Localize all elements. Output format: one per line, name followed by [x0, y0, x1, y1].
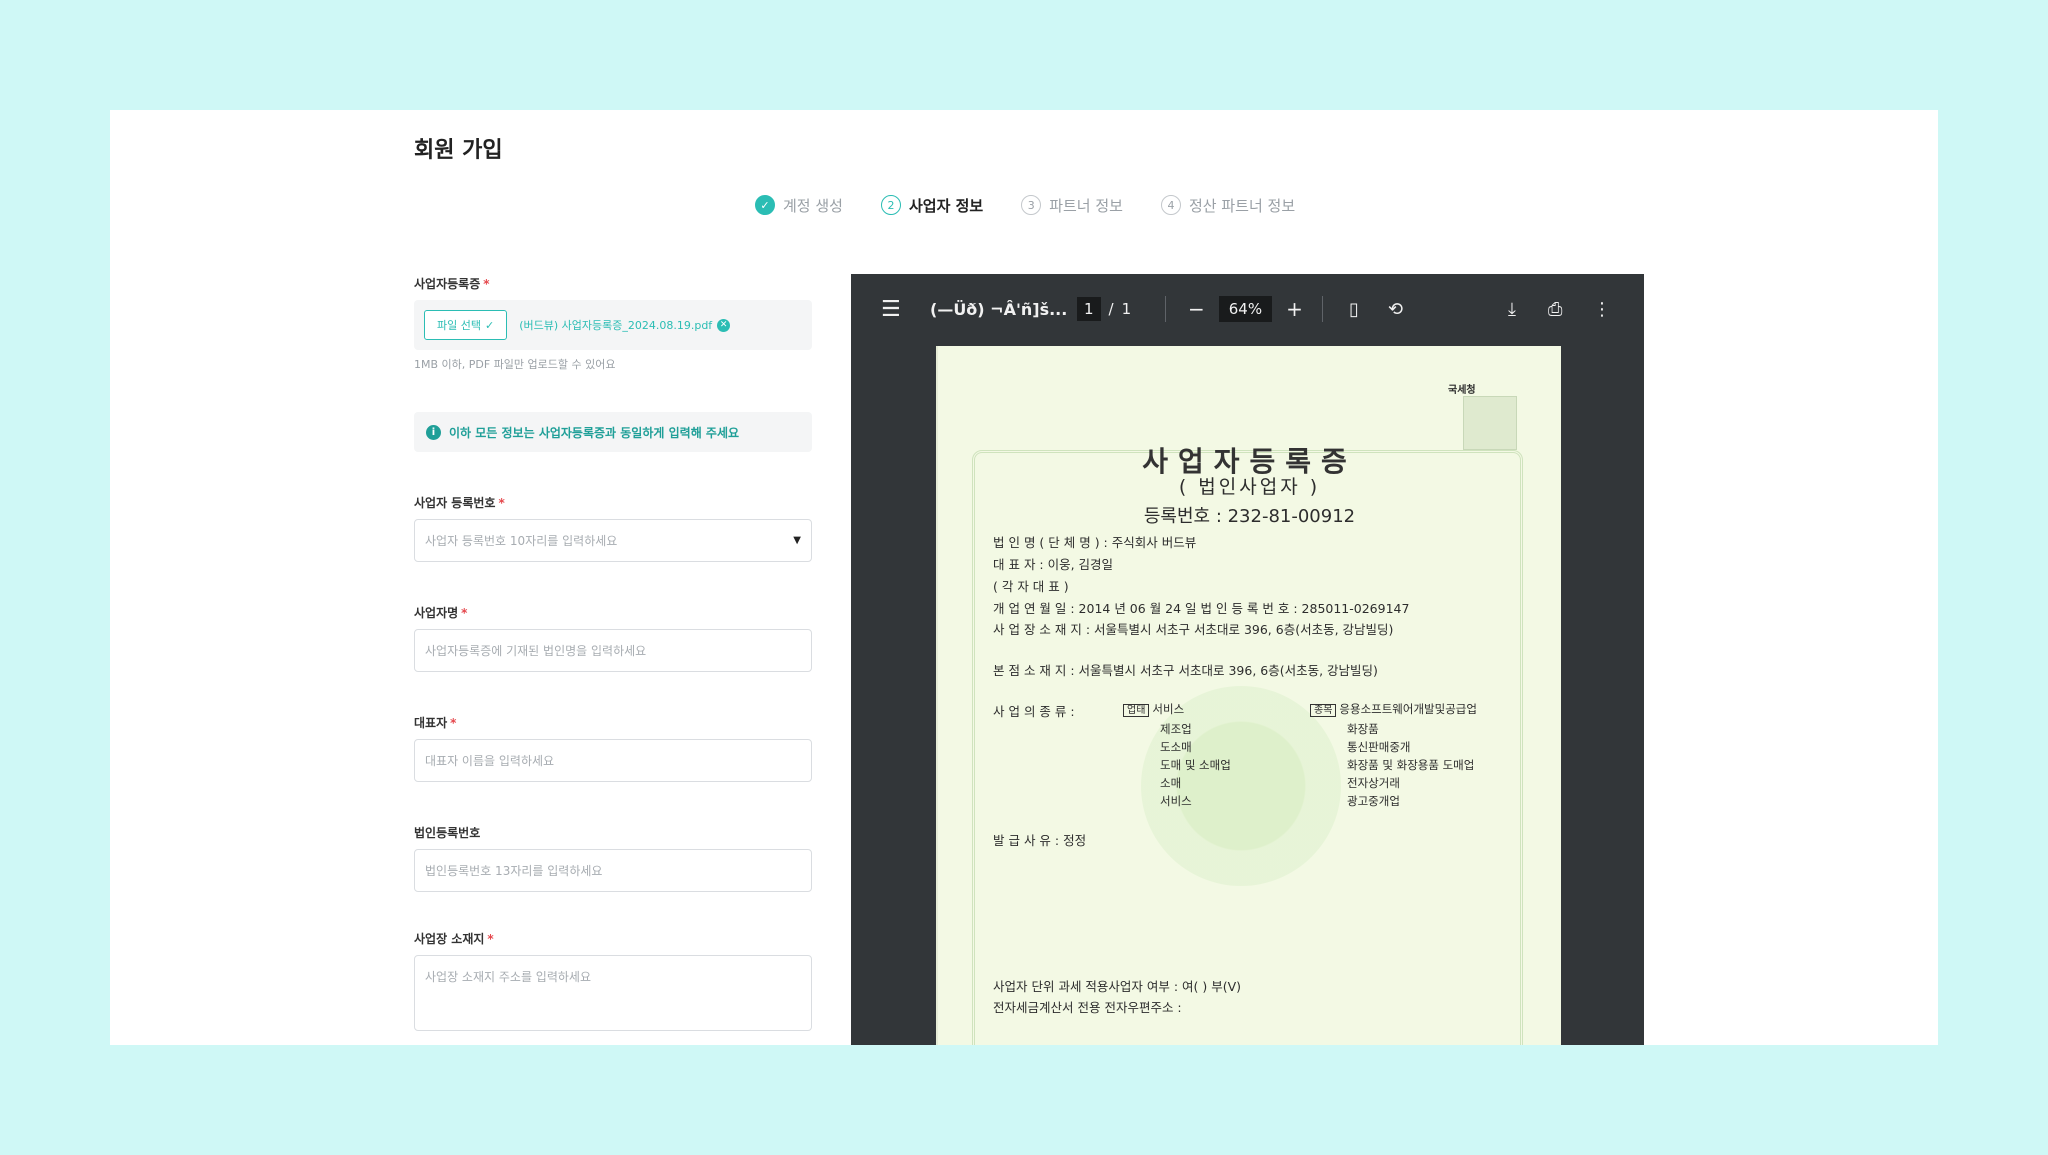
biz-name-input[interactable]: 사업자등록증에 기재된 법인명을 입력하세요: [414, 629, 812, 672]
pdf-page: 국세청 사업자등록증 ( 법인사업자 ) 등록번호 : 232-81-00912…: [936, 346, 1561, 1045]
toolbar-divider: [1165, 296, 1166, 322]
step-label: 계정 생성: [783, 196, 843, 215]
doc-line: 사업자 단위 과세 적용사업자 여부 : 여( ) 부(V): [993, 979, 1242, 994]
biz-name-field: 사업자명 * 사업자등록증에 기재된 법인명을 입력하세요: [414, 604, 812, 672]
step-partner-info: 3 파트너 정보: [1021, 195, 1123, 216]
more-vertical-icon[interactable]: ⋮: [1593, 299, 1611, 320]
address-input[interactable]: 사업장 소재지 주소를 입력하세요: [414, 955, 812, 1031]
license-label: 사업자등록증: [414, 277, 481, 291]
biz-number-input[interactable]: 사업자 등록번호 10자리를 입력하세요 ▼: [414, 519, 812, 562]
step-label: 파트너 정보: [1049, 196, 1123, 215]
pdf-toolbar: ☰ (—Üð) ¬Â'ñ]š... 1 / 1 − 64% + ▯ ⟲ ⤓ ⎙ …: [851, 274, 1644, 344]
info-notice: i 이하 모든 정보는 사업자등록증과 동일하게 입력해 주세요: [414, 412, 812, 452]
download-icon[interactable]: ⤓: [1508, 299, 1516, 320]
business-type-list: 업태 서비스 제조업 도소매 도매 및 소매업 소매 서비스: [1123, 700, 1231, 810]
file-helper-text: 1MB 이하, PDF 파일만 업로드할 수 있어요: [414, 358, 616, 371]
doc-subtitle: ( 법인사업자 ): [1178, 476, 1321, 498]
page-number-input[interactable]: 1: [1077, 297, 1101, 321]
license-field: 사업자등록증 * 파일 선택 ✓ (버드뷰) 사업자등록증_2024.08.19.…: [414, 275, 812, 372]
file-name: (버드뷰) 사업자등록증_2024.08.19.pdf: [519, 319, 713, 332]
check-icon: ✓: [755, 195, 775, 215]
required-mark: *: [450, 716, 457, 730]
step-settlement-partner-info: 4 정산 파트너 정보: [1160, 195, 1296, 216]
doc-line: 본 점 소 재 지 : 서울특별시 서초구 서초대로 396, 6층(서초동, …: [993, 663, 1378, 678]
doc-reg-number: 등록번호 : 232-81-00912: [1143, 506, 1356, 527]
doc-line: 사 업 의 종 류 :: [993, 704, 1075, 719]
step-number: 2: [880, 195, 901, 215]
step-number: 3: [1021, 195, 1042, 215]
required-mark: *: [483, 277, 490, 291]
business-form: 사업자등록증 * 파일 선택 ✓ (버드뷰) 사업자등록증_2024.08.19.…: [414, 275, 812, 1031]
step-business-info: 2 사업자 정보: [880, 195, 984, 216]
step-label: 사업자 정보: [908, 196, 984, 215]
page-total: 1: [1121, 300, 1132, 318]
required-mark: *: [487, 932, 494, 946]
step-account: ✓ 계정 생성: [755, 195, 843, 216]
address-field: 사업장 소재지 * 사업장 소재지 주소를 입력하세요: [414, 930, 812, 1031]
tag-item: 종목: [1310, 704, 1337, 717]
toolbar-divider: [1322, 296, 1323, 322]
pdf-title: (—Üð) ¬Â'ñ]š...: [930, 299, 1068, 319]
required-mark: *: [498, 496, 505, 510]
page-indicator: 1 / 1: [1077, 297, 1131, 321]
doc-line: 개 업 연 월 일 : 2014 년 06 월 24 일 법 인 등 록 번 호…: [993, 601, 1410, 616]
zoom-out-icon[interactable]: −: [1188, 297, 1205, 321]
info-icon: i: [426, 424, 441, 440]
ceo-input[interactable]: 대표자 이름을 입력하세요: [414, 739, 812, 782]
corp-number-input[interactable]: 법인등록번호 13자리를 입력하세요: [414, 849, 812, 892]
menu-icon[interactable]: ☰: [881, 297, 901, 322]
rotate-icon[interactable]: ⟲: [1388, 299, 1403, 320]
ceo-field: 대표자 * 대표자 이름을 입력하세요: [414, 714, 812, 782]
pdf-viewer: ☰ (—Üð) ¬Â'ñ]š... 1 / 1 − 64% + ▯ ⟲ ⤓ ⎙ …: [851, 274, 1644, 1045]
fit-page-icon[interactable]: ▯: [1349, 299, 1359, 320]
caret-down-icon[interactable]: ▼: [793, 535, 801, 546]
zoom-controls: − 64% +: [1188, 296, 1303, 322]
corp-number-field: 법인등록번호 법인등록번호 13자리를 입력하세요: [414, 824, 812, 892]
stamp-label: 국세청: [1448, 385, 1476, 396]
item-list: 종목 응용소프트웨어개발및공급업 화장품 통신판매중개 화장품 및 화장용품 도매…: [1310, 700, 1477, 810]
remove-file-icon[interactable]: ✕: [717, 318, 731, 332]
print-icon[interactable]: ⎙: [1548, 299, 1562, 320]
step-number: 4: [1160, 195, 1181, 215]
zoom-level[interactable]: 64%: [1218, 296, 1273, 322]
doc-line: 사 업 장 소 재 지 : 서울특별시 서초구 서초대로 396, 6층(서초동…: [993, 622, 1394, 637]
doc-line: 법 인 명 ( 단 체 명 ) : 주식회사 버드뷰: [993, 535, 1197, 550]
zoom-in-icon[interactable]: +: [1286, 297, 1303, 321]
doc-line: 전자세금계산서 전용 전자우편주소 :: [993, 1000, 1182, 1015]
checkmark-icon: ✓: [484, 318, 495, 332]
page-title: 회원 가입: [414, 138, 503, 163]
stepper: ✓ 계정 생성 2 사업자 정보 3 파트너 정보 4 정산 파트너 정보: [755, 190, 1295, 220]
step-label: 정산 파트너 정보: [1188, 196, 1296, 215]
uploaded-file[interactable]: (버드뷰) 사업자등록증_2024.08.19.pdf ✕: [519, 317, 731, 333]
file-upload-box: 파일 선택 ✓ (버드뷰) 사업자등록증_2024.08.19.pdf ✕: [414, 300, 812, 350]
tag-business: 업태: [1123, 704, 1150, 717]
file-select-button[interactable]: 파일 선택 ✓: [424, 310, 508, 340]
signup-card: 회원 가입 ✓ 계정 생성 2 사업자 정보 3 파트너 정보 4 정산 파트너…: [110, 110, 1938, 1045]
doc-line: ( 각 자 대 표 ): [993, 579, 1069, 594]
required-mark: *: [461, 606, 468, 620]
biz-number-field: 사업자 등록번호 * 사업자 등록번호 10자리를 입력하세요 ▼: [414, 494, 812, 562]
doc-line: 발 급 사 유 : 정정: [993, 833, 1087, 848]
doc-line: 대 표 자 : 이웅, 김경일: [993, 557, 1114, 572]
